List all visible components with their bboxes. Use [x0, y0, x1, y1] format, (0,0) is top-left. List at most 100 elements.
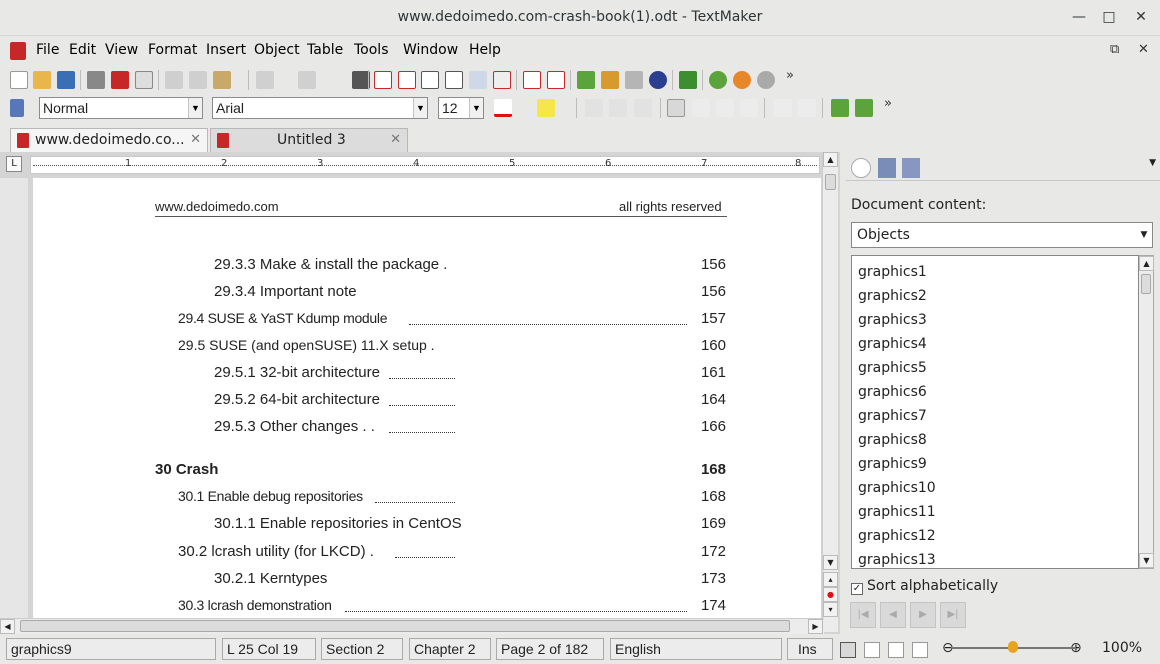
close-button[interactable]: ✕ [1132, 8, 1150, 26]
chevron-down-icon[interactable]: ▼ [1149, 158, 1156, 168]
redo-icon[interactable] [298, 71, 316, 89]
next-page-icon[interactable]: ▾ [823, 602, 838, 617]
menu-file[interactable]: File [36, 42, 59, 58]
zoom-level[interactable]: 100% [1102, 640, 1142, 656]
bold-icon[interactable] [585, 99, 603, 117]
save-icon[interactable] [57, 71, 75, 89]
scroll-left-icon[interactable]: ◀ [0, 619, 15, 634]
tab-stop-selector[interactable]: L [6, 156, 22, 172]
increase-indent-icon[interactable] [855, 99, 873, 117]
document-page[interactable]: www.dedoimedo.com all rights reserved 29… [33, 178, 821, 618]
font-color-icon[interactable] [494, 99, 512, 117]
bullet-list-icon[interactable] [774, 99, 792, 117]
browse-object-icon[interactable]: ● [823, 587, 838, 602]
chevron-down-icon[interactable]: ▼ [1136, 223, 1152, 247]
toolbar-overflow-icon[interactable]: » [786, 68, 794, 83]
master-page-view-icon[interactable] [888, 642, 904, 658]
table-icon[interactable] [421, 71, 439, 89]
list-item[interactable]: graphics10 [858, 480, 936, 496]
copy-format-icon[interactable] [625, 71, 643, 89]
presentations-icon[interactable] [733, 71, 751, 89]
chevron-down-icon[interactable]: ▼ [188, 98, 202, 118]
maximize-button[interactable]: □ [1100, 8, 1118, 26]
first-object-button[interactable]: |◀ [850, 602, 876, 628]
highlight-icon[interactable] [537, 99, 555, 117]
undo-icon[interactable] [256, 71, 274, 89]
show-hide-icon[interactable] [493, 71, 511, 89]
object-list-scrollbar[interactable]: ▲ ▼ [1139, 255, 1154, 569]
paragraph-format-icon[interactable] [547, 71, 565, 89]
list-item[interactable]: graphics3 [858, 312, 927, 328]
scroll-up-icon[interactable]: ▲ [1139, 256, 1154, 271]
content-filter-select[interactable]: Objects ▼ [851, 222, 1153, 248]
outline-view-icon[interactable] [912, 642, 928, 658]
scroll-thumb[interactable] [1141, 274, 1151, 294]
decrease-indent-icon[interactable] [831, 99, 849, 117]
paste-icon[interactable] [213, 71, 231, 89]
list-item[interactable]: graphics13 [858, 552, 936, 568]
spell-check-icon[interactable] [577, 71, 595, 89]
scroll-down-icon[interactable]: ▼ [1139, 553, 1154, 568]
scroll-thumb[interactable] [20, 620, 790, 632]
list-item[interactable]: graphics4 [858, 336, 927, 352]
italic-icon[interactable] [609, 99, 627, 117]
columns-icon[interactable] [445, 71, 463, 89]
chart-icon[interactable] [601, 71, 619, 89]
list-item[interactable]: graphics9 [858, 456, 927, 472]
tab-crash-book[interactable]: www.dedoimedo.co... ✕ [10, 128, 208, 152]
pilcrow-icon[interactable] [679, 71, 697, 89]
align-left-icon[interactable] [667, 99, 685, 117]
close-document-icon[interactable]: ✕ [1138, 42, 1149, 57]
list-item[interactable]: graphics1 [858, 264, 927, 280]
tab-untitled-3[interactable]: Untitled 3 ✕ [210, 128, 408, 152]
list-item[interactable]: graphics5 [858, 360, 927, 376]
cut-icon[interactable] [165, 71, 183, 89]
restore-document-icon[interactable]: ⧉ [1110, 42, 1119, 57]
menu-window[interactable]: Window [403, 42, 458, 58]
frame-icon[interactable] [398, 71, 416, 89]
pointer-icon[interactable] [10, 99, 24, 117]
character-format-icon[interactable] [523, 71, 541, 89]
compass-icon[interactable] [851, 158, 871, 178]
paragraph-style-select[interactable]: Normal ▼ [39, 97, 203, 119]
close-icon[interactable]: ✕ [190, 129, 201, 151]
menu-object[interactable]: Object [254, 42, 300, 58]
menu-table[interactable]: Table [307, 42, 343, 58]
styles-icon[interactable] [878, 158, 896, 178]
previous-object-button[interactable]: ◀ [880, 602, 906, 628]
scroll-down-icon[interactable]: ▼ [823, 555, 838, 570]
list-item[interactable]: graphics6 [858, 384, 927, 400]
horizontal-scrollbar[interactable]: ◀ ▶ [0, 618, 824, 634]
field-icon[interactable] [374, 71, 392, 89]
previous-page-icon[interactable]: ▴ [823, 572, 838, 587]
chevron-down-icon[interactable]: ▼ [413, 98, 427, 118]
zoom-icon[interactable] [469, 71, 487, 89]
page-view-icon[interactable] [864, 642, 880, 658]
list-item[interactable]: graphics8 [858, 432, 927, 448]
list-item[interactable]: graphics7 [858, 408, 927, 424]
zoom-slider-handle[interactable] [1008, 641, 1018, 653]
list-item[interactable]: graphics12 [858, 528, 936, 544]
menu-format[interactable]: Format [148, 42, 197, 58]
scroll-right-icon[interactable]: ▶ [808, 619, 823, 634]
toolbar-overflow-icon[interactable]: » [884, 96, 892, 111]
status-language[interactable]: English [610, 638, 782, 660]
characters-icon[interactable] [902, 158, 920, 178]
scroll-thumb[interactable] [825, 174, 836, 190]
horizontal-ruler[interactable]: 1 2 3 4 5 6 7 8 [30, 156, 820, 174]
print-preview-icon[interactable] [135, 71, 153, 89]
menu-edit[interactable]: Edit [69, 42, 96, 58]
planmaker-icon[interactable] [709, 71, 727, 89]
last-object-button[interactable]: ▶| [940, 602, 966, 628]
copy-icon[interactable] [189, 71, 207, 89]
next-object-button[interactable]: ▶ [910, 602, 936, 628]
vertical-scrollbar[interactable]: ▲ ▼ ▴ ● ▾ [822, 152, 838, 632]
menu-view[interactable]: View [105, 42, 138, 58]
justify-icon[interactable] [740, 99, 758, 117]
bold-circle-icon[interactable] [649, 71, 667, 89]
list-item[interactable]: graphics11 [858, 504, 936, 520]
export-pdf-icon[interactable] [111, 71, 129, 89]
normal-view-icon[interactable] [840, 642, 856, 658]
underline-icon[interactable] [634, 99, 652, 117]
scroll-up-icon[interactable]: ▲ [823, 152, 838, 167]
